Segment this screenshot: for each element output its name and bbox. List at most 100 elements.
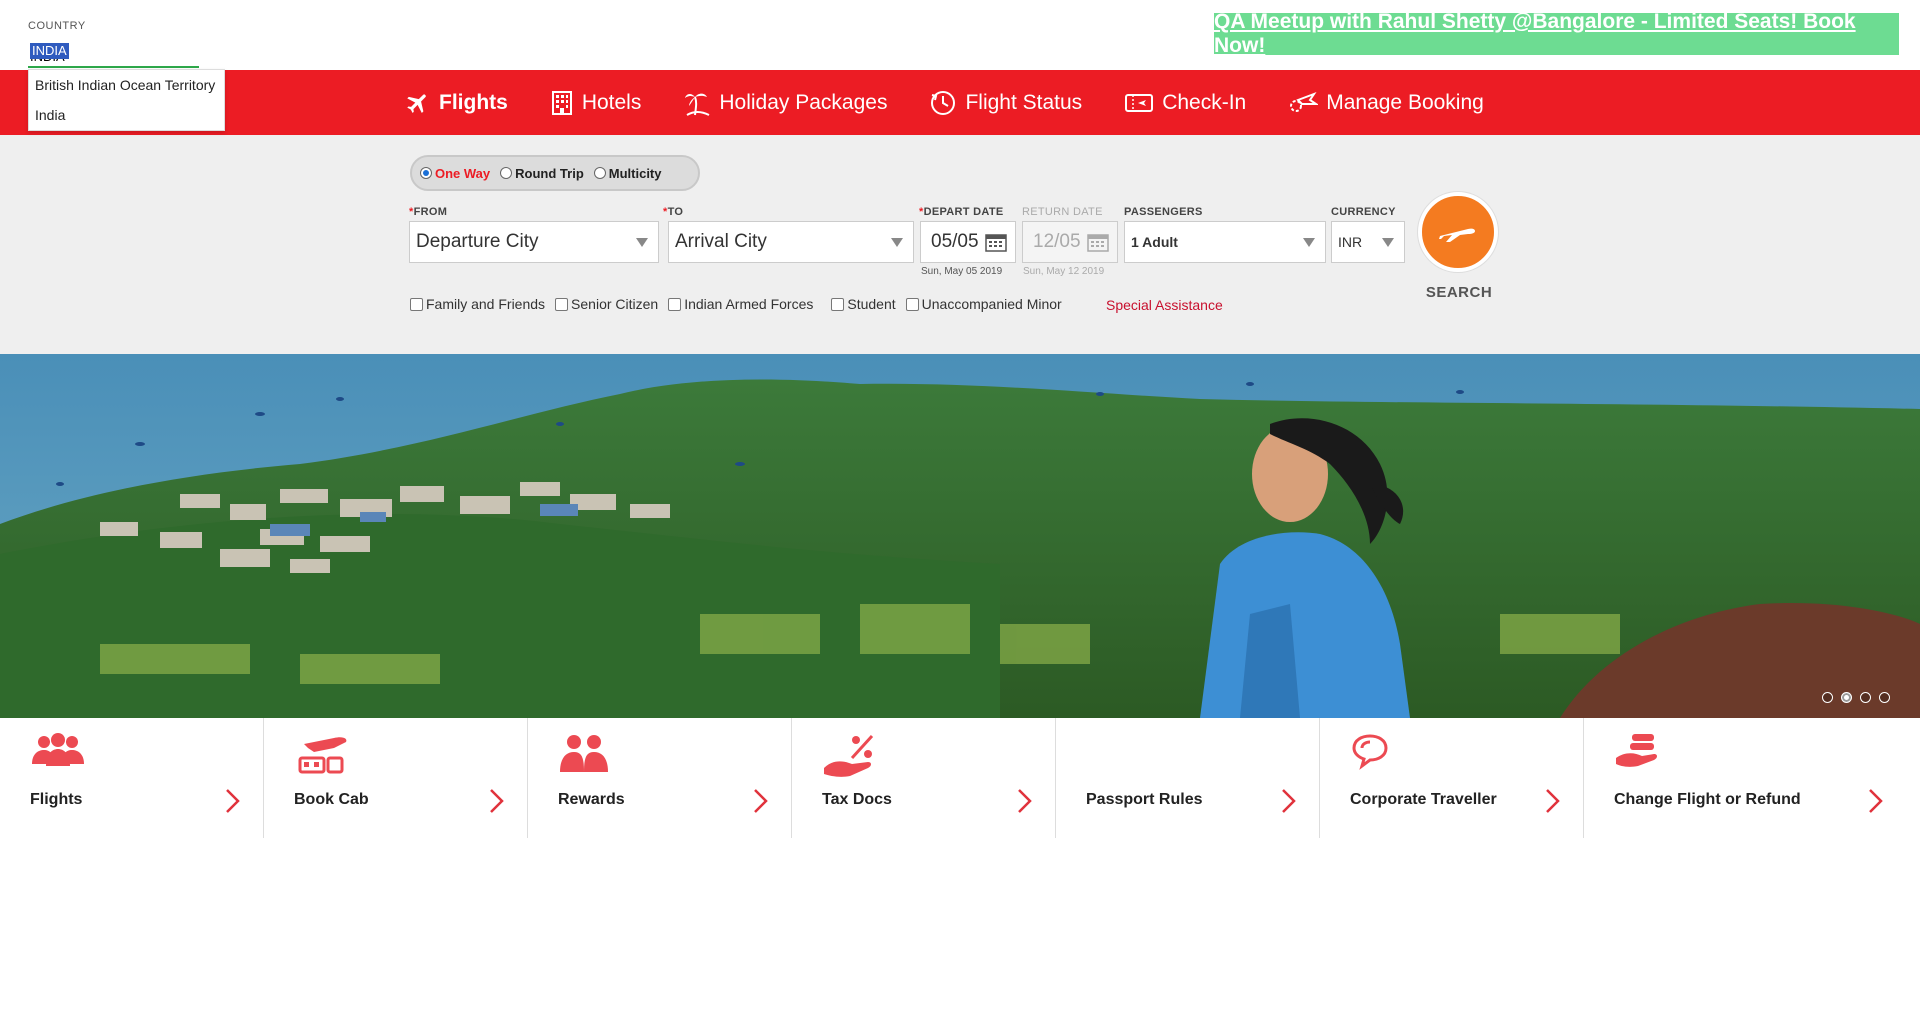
depart-date-sub: Sun, May 05 2019	[921, 266, 1003, 277]
hero-banner	[0, 354, 1920, 718]
checkbox-label: Unaccompanied Minor	[921, 296, 1062, 312]
trip-round-trip[interactable]: Round Trip	[500, 166, 584, 181]
carousel-dot[interactable]	[1822, 692, 1833, 703]
promo-banner: QA Meetup with Rahul Shetty @Bangalore -…	[1214, 10, 1899, 58]
tile-label: Rewards	[558, 791, 625, 808]
suggestion-item[interactable]: India	[29, 100, 224, 130]
nav-hotels[interactable]: Hotels	[550, 90, 642, 116]
country-suggestions: British Indian Ocean Territory India	[28, 69, 225, 131]
main-navbar: Flights Hotels Holiday Packages Flight S…	[0, 70, 1920, 135]
trip-label: Round Trip	[515, 165, 584, 181]
plane-icon	[1439, 228, 1475, 242]
tile-label: Book Cab	[294, 791, 369, 808]
dropdown-arrow-icon	[636, 238, 648, 247]
checkbox-icon	[410, 297, 423, 311]
palm-tree-icon	[685, 93, 710, 116]
plane-icon	[407, 93, 426, 113]
to-value: Arrival City	[675, 231, 767, 252]
rewards-icon	[560, 735, 608, 772]
country-label: COUNTRY	[28, 20, 86, 32]
checkbox-student[interactable]: Student	[831, 296, 896, 312]
nav-label: Flights	[439, 90, 508, 114]
tile-rewards[interactable]: Rewards	[528, 718, 792, 838]
return-date-sub: Sun, May 12 2019	[1023, 266, 1105, 277]
currency-value: INR	[1338, 234, 1363, 250]
dropdown-arrow-icon	[891, 238, 903, 247]
chevron-right-icon	[1018, 789, 1032, 813]
chevron-right-icon	[754, 789, 768, 813]
carousel-dot[interactable]	[1841, 692, 1852, 703]
trip-type-selector: One Way Round Trip Multicity	[410, 155, 700, 191]
special-assistance-link[interactable]: Special Assistance	[1106, 297, 1223, 313]
nav-label: Check-In	[1162, 90, 1247, 114]
hero-landscape-image	[0, 354, 1920, 718]
to-select[interactable]: Arrival City	[668, 221, 914, 263]
depart-date-label: *DEPART DATE	[919, 206, 1004, 218]
search-button[interactable]	[1418, 192, 1498, 272]
dropdown-arrow-icon	[1303, 238, 1315, 247]
tile-change-flight-refund[interactable]: Change Flight or Refund	[1584, 718, 1920, 838]
checkbox-unaccompanied-minor[interactable]: Unaccompanied Minor	[905, 296, 1062, 312]
tile-label: Tax Docs	[822, 791, 892, 808]
from-select[interactable]: Departure City	[409, 221, 659, 263]
tile-tax-docs[interactable]: Tax Docs	[792, 718, 1056, 838]
currency-label: CURRENCY	[1331, 206, 1396, 218]
nav-manage-booking[interactable]: Manage Booking	[1288, 90, 1484, 116]
radio-icon	[500, 167, 513, 179]
quick-links: Flights Book Cab Rewards Tax Docs Passpo…	[0, 718, 1920, 838]
carousel-dot[interactable]	[1860, 692, 1871, 703]
nav-check-in[interactable]: Check-In	[1124, 91, 1246, 115]
nav-label: Flight Status	[965, 90, 1083, 114]
ticket-icon	[1125, 93, 1154, 112]
suggestion-item[interactable]: British Indian Ocean Territory	[29, 70, 224, 100]
calendar-icon	[985, 234, 1007, 252]
return-date-input[interactable]: 12/05	[1022, 221, 1118, 263]
nav-label: Manage Booking	[1326, 90, 1484, 114]
nav-flights[interactable]: Flights	[405, 90, 508, 116]
from-label: *FROM	[409, 206, 448, 218]
nav-label: Holiday Packages	[719, 90, 888, 114]
country-selected-text: INDIA	[30, 43, 69, 59]
tile-label: Corporate Traveller	[1350, 791, 1497, 808]
checkbox-armed-forces[interactable]: Indian Armed Forces	[668, 296, 813, 312]
passengers-label: PASSENGERS	[1124, 206, 1203, 218]
cab-icon	[298, 737, 347, 774]
checkbox-label: Family and Friends	[426, 296, 546, 312]
checkbox-icon	[905, 297, 919, 311]
promo-link[interactable]: QA Meetup with Rahul Shetty @Bangalore -…	[1214, 10, 1899, 58]
nav-holiday-packages[interactable]: Holiday Packages	[683, 89, 887, 117]
chevron-right-icon	[1869, 789, 1883, 813]
nav-label: Hotels	[581, 90, 642, 114]
depart-date-input[interactable]: 05/05	[920, 221, 1016, 263]
return-date-label: RETURN DATE	[1022, 206, 1103, 218]
carousel-dot[interactable]	[1879, 692, 1890, 703]
checkbox-family-friends[interactable]: Family and Friends	[410, 296, 545, 312]
trip-multicity[interactable]: Multicity	[593, 166, 662, 181]
tax-hand-icon	[824, 734, 874, 777]
tile-flights[interactable]: Flights	[0, 718, 264, 838]
checkbox-icon	[555, 297, 569, 311]
dropdown-arrow-icon	[1382, 238, 1394, 247]
carousel-dots	[1822, 692, 1890, 703]
passengers-select[interactable]: 1 Adult	[1124, 221, 1326, 263]
trip-one-way[interactable]: One Way	[420, 166, 490, 181]
checkbox-label: Indian Armed Forces	[684, 296, 814, 312]
tile-label: Change Flight or Refund	[1614, 791, 1801, 808]
hotel-icon	[551, 90, 572, 115]
tile-corporate-traveller[interactable]: Corporate Traveller	[1320, 718, 1584, 838]
from-value: Departure City	[416, 231, 539, 252]
depart-date-value: 05/05	[931, 231, 979, 252]
chevron-right-icon	[1282, 789, 1296, 813]
radio-icon	[420, 167, 432, 179]
tile-book-cab[interactable]: Book Cab	[264, 718, 528, 838]
checkbox-icon	[831, 297, 845, 311]
currency-select[interactable]: INR	[1331, 221, 1405, 263]
to-label: *TO	[663, 206, 684, 218]
tile-label: Passport Rules	[1086, 791, 1203, 808]
tile-passport-rules[interactable]: Passport Rules	[1056, 718, 1320, 838]
checkbox-senior-citizen[interactable]: Senior Citizen	[555, 296, 658, 312]
trip-label: One Way	[435, 165, 491, 181]
chat-icon	[1352, 734, 1388, 770]
chevron-right-icon	[226, 789, 240, 813]
nav-flight-status[interactable]: Flight Status	[929, 89, 1082, 117]
